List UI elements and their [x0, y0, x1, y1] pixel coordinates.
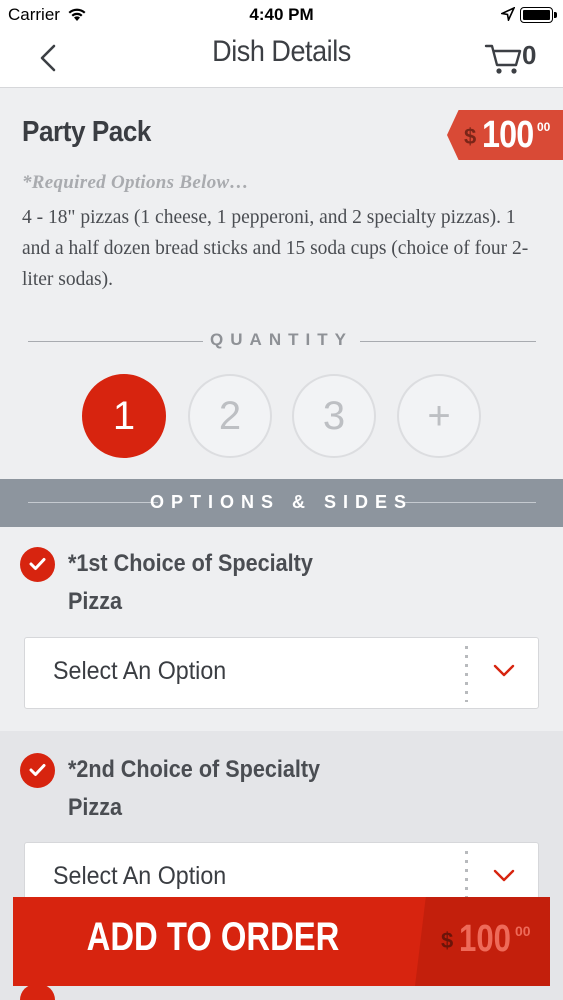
nav-bar: Dish Details 0 — [0, 30, 563, 88]
required-check-icon — [20, 753, 55, 788]
dish-name: Party Pack — [22, 116, 151, 148]
option-group: *1st Choice of Specialty Pizza Select An… — [0, 527, 563, 731]
total-currency: $ — [441, 928, 454, 953]
options-header: OPTIONS & SIDES — [0, 479, 563, 527]
status-time: 4:40 PM — [249, 5, 314, 24]
total-cents: 00 — [515, 923, 531, 939]
status-bar: Carrier 4:40 PM — [0, 0, 563, 30]
battery-icon — [520, 7, 557, 23]
cart-icon[interactable] — [484, 38, 524, 78]
option-group-title: *2nd Choice of Specialty Pizza — [68, 756, 321, 821]
divider-line — [360, 341, 536, 342]
add-to-order-label: ADD TO ORDER — [86, 915, 340, 959]
divider-dots — [465, 646, 468, 702]
divider-line — [405, 502, 536, 503]
dish-description: 4 - 18" pizzas (1 cheese, 1 pepperoni, a… — [22, 207, 529, 290]
add-to-order-button[interactable]: ADD TO ORDER $ 100 00 — [13, 897, 550, 986]
price-cents: 00 — [537, 120, 551, 134]
required-check-icon — [20, 547, 55, 582]
quantity-add-button[interactable]: + — [397, 374, 481, 458]
option-group-title: *1st Choice of Specialty Pizza — [68, 550, 313, 615]
order-total: $ 100 00 — [415, 897, 550, 986]
chevron-down-icon — [493, 664, 515, 677]
required-note: *Required Options Below… — [22, 172, 249, 193]
price-amount: 100 — [482, 114, 534, 156]
cart-count[interactable]: 0 — [522, 40, 536, 71]
location-icon — [501, 7, 515, 21]
quantity-option-1[interactable]: 1 — [82, 374, 166, 458]
page-title: Dish Details — [212, 35, 351, 68]
quantity-option-2[interactable]: 2 — [188, 374, 272, 458]
select-placeholder: Select An Option — [53, 657, 227, 685]
price-tag: $ 100 00 — [447, 110, 563, 160]
quantity-label: QUANTITY — [210, 330, 353, 349]
price-currency: $ — [464, 124, 477, 149]
option-select[interactable]: Select An Option — [24, 637, 539, 709]
chevron-down-icon — [493, 869, 515, 882]
select-placeholder: Select An Option — [53, 862, 227, 890]
total-amount: 100 — [459, 918, 511, 960]
quantity-option-3[interactable]: 3 — [292, 374, 376, 458]
